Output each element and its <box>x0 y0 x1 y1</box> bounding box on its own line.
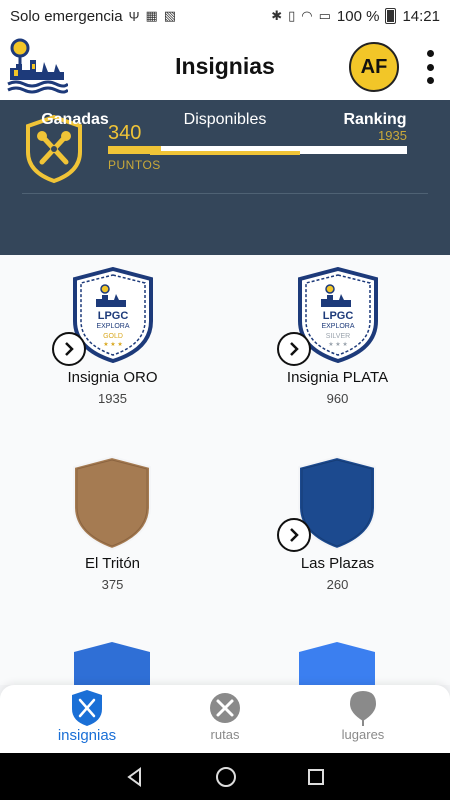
badge-points: 960 <box>326 391 349 406</box>
map-pin-icon <box>350 691 376 726</box>
svg-text:★ ★ ★: ★ ★ ★ <box>328 341 347 348</box>
badge-card[interactable] <box>0 635 225 685</box>
nav-lugares[interactable]: lugares <box>288 685 438 753</box>
back-icon[interactable] <box>125 766 145 787</box>
badge-detail-button[interactable] <box>277 518 311 552</box>
badge-detail-button[interactable] <box>277 332 311 366</box>
crest-subtitle: EXPLORA <box>321 323 354 330</box>
points-goal: 1935 <box>378 128 407 143</box>
system-navigation-bar <box>0 753 450 800</box>
nav-insignias[interactable]: insignias <box>12 685 162 753</box>
usb-icon: Ψ <box>128 8 140 24</box>
shield-icon <box>73 455 151 551</box>
divider <box>22 193 428 194</box>
crest-tier: GOLD <box>103 333 123 340</box>
carrier-text: Solo emergencia <box>10 7 123 25</box>
battery-percent: 100 % <box>336 7 380 25</box>
crest-title: LPGC <box>98 310 129 322</box>
chevron-right-icon <box>290 528 299 542</box>
badge-name: El Tritón <box>84 555 141 572</box>
nav-label: rutas <box>210 727 240 742</box>
badge-points: 375 <box>101 577 124 592</box>
photos-icon: ▧ <box>163 8 177 23</box>
crest-title: LPGC <box>323 310 354 322</box>
recents-icon[interactable] <box>307 768 325 786</box>
activity-icon: ▦ <box>145 8 158 23</box>
battery-icon <box>385 8 397 24</box>
overflow-menu-icon[interactable] <box>422 50 438 84</box>
badge-grid: LPGC EXPLORA GOLD ★ ★ ★ Insignia ORO 193… <box>0 255 450 685</box>
active-tab-indicator <box>150 151 300 155</box>
nav-label: lugares <box>341 727 385 742</box>
tab-ganadas[interactable]: Ganadas <box>0 111 150 129</box>
badge-card[interactable] <box>225 635 450 685</box>
badge-card[interactable]: El Tritón 375 <box>0 445 225 635</box>
app-bar: Insignias AF <box>0 32 450 100</box>
badge-card[interactable]: LPGC EXPLORA SILVER ★ ★ ★ Insignia PLATA… <box>225 255 450 445</box>
sim-icon: ▭ <box>318 8 331 23</box>
chevron-right-icon <box>290 342 299 356</box>
tab-ranking[interactable]: Ranking <box>300 111 450 129</box>
chevron-right-icon <box>65 342 74 356</box>
crest-subtitle: EXPLORA <box>96 323 129 330</box>
badge-name: Insignia ORO <box>67 369 158 386</box>
badge-points: 260 <box>326 577 349 592</box>
badge-card[interactable]: Las Plazas 260 <box>225 445 450 635</box>
status-bar: Solo emergencia Ψ ▦ ▧ ✱ ▯ ◠ ▭ 100 % 14:2… <box>0 0 450 32</box>
bluetooth-icon: ✱ <box>271 8 283 23</box>
clock: 14:21 <box>402 7 440 25</box>
crest-tier: SILVER <box>326 333 350 340</box>
home-icon[interactable] <box>215 766 237 788</box>
points-label: PUNTOS <box>108 158 161 172</box>
tab-disponibles[interactable]: Disponibles <box>150 111 300 129</box>
badge-points: 1935 <box>98 391 127 406</box>
user-avatar[interactable]: AF <box>349 42 399 92</box>
svg-text:★ ★ ★: ★ ★ ★ <box>103 341 122 348</box>
badge-name: Insignia PLATA <box>286 369 389 386</box>
shield-icon <box>299 642 375 685</box>
badge-detail-button[interactable] <box>52 332 86 366</box>
wifi-icon: ◠ <box>301 8 313 23</box>
nav-label: insignias <box>57 727 117 744</box>
shield-icon <box>72 690 102 726</box>
vibrate-icon: ▯ <box>288 8 296 23</box>
bottom-navigation: insignias rutas lugares <box>0 685 450 753</box>
nav-rutas[interactable]: rutas <box>150 685 300 753</box>
shield-icon <box>74 642 150 685</box>
badge-name: Las Plazas <box>300 555 375 572</box>
tools-icon <box>210 693 240 723</box>
badge-card[interactable]: LPGC EXPLORA GOLD ★ ★ ★ Insignia ORO 193… <box>0 255 225 445</box>
